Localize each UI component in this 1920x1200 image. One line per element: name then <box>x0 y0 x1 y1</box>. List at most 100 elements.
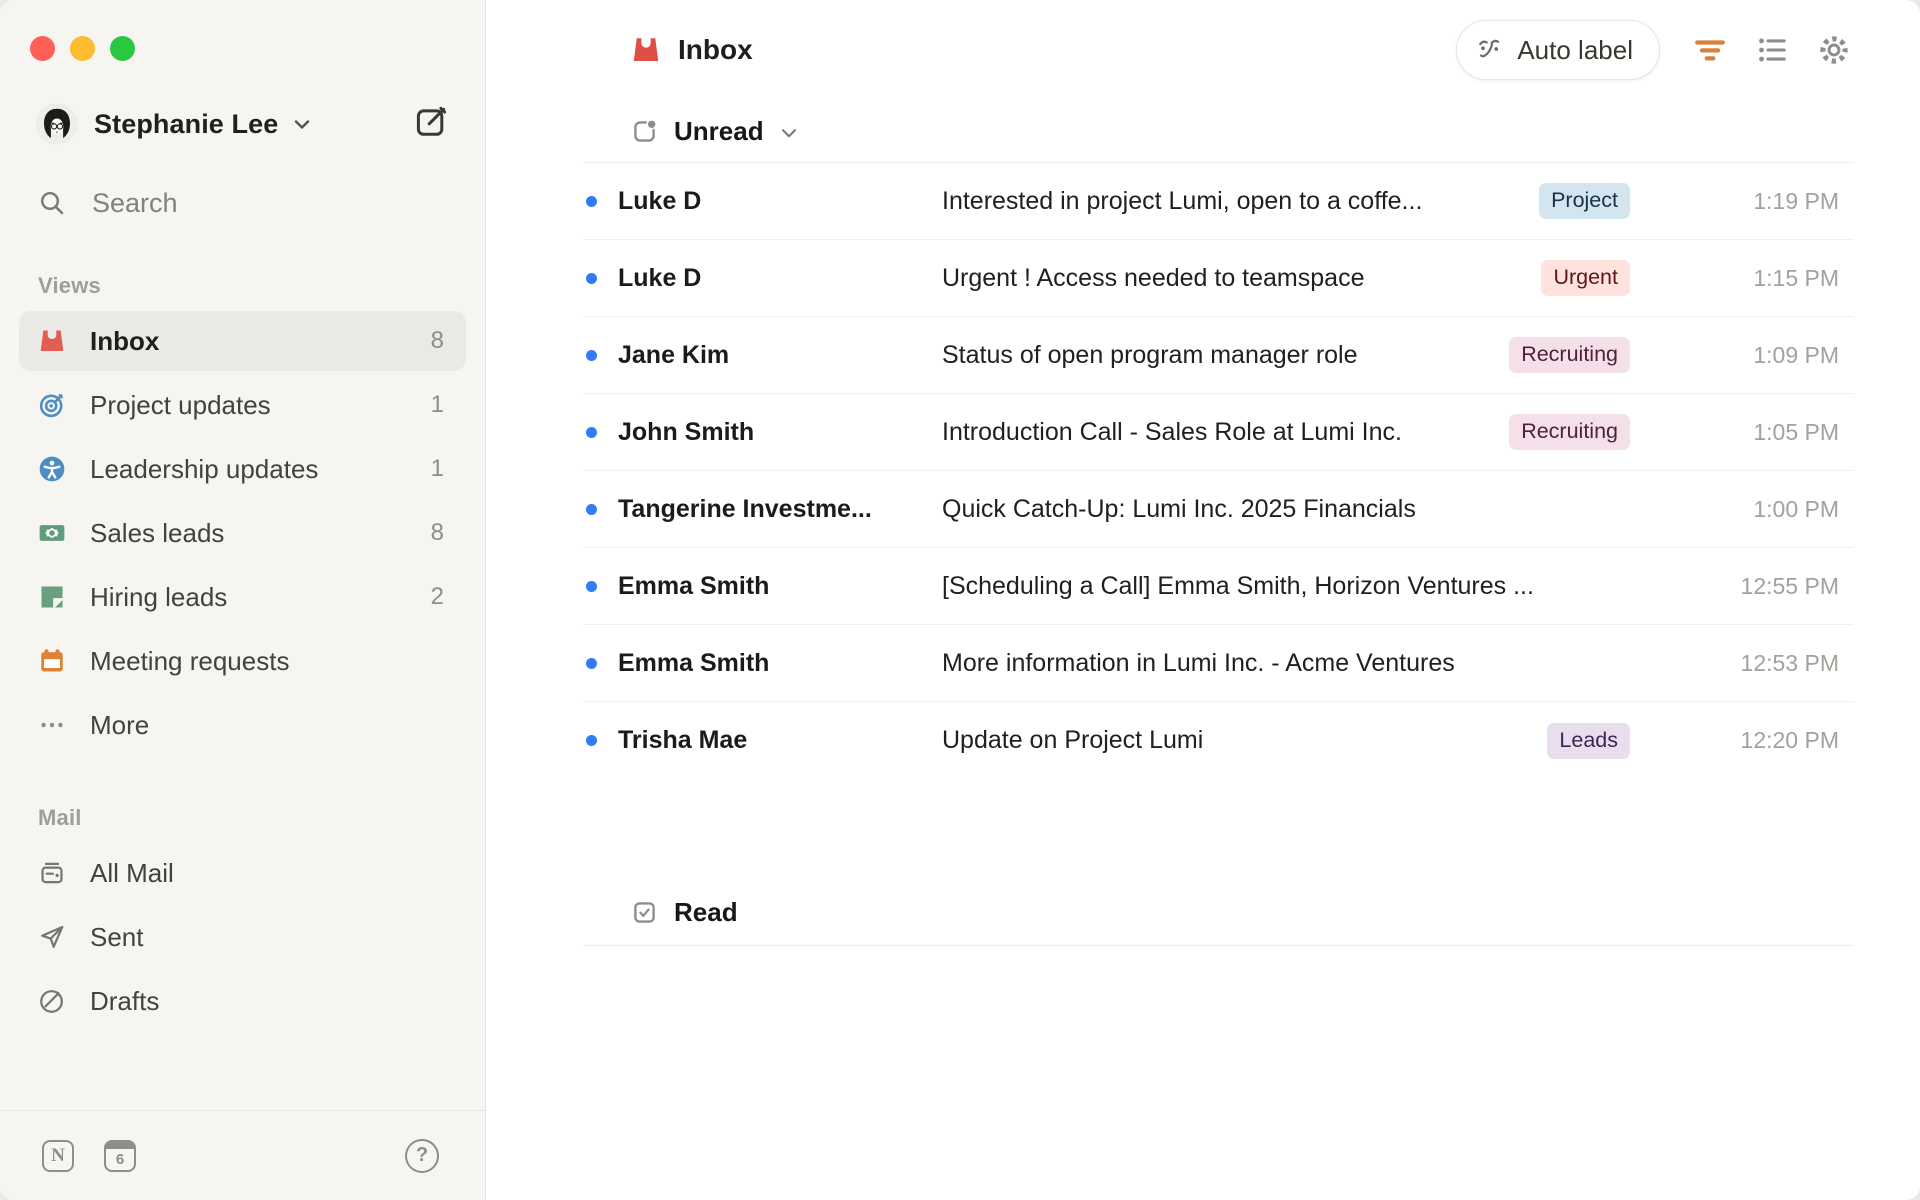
compose-icon <box>416 106 447 136</box>
calendar-icon <box>37 646 67 676</box>
email-sender: John Smith <box>618 417 755 446</box>
email-time: 12:55 PM <box>1740 572 1839 599</box>
filter-icon <box>1695 40 1725 61</box>
email-row[interactable]: Jane Kim Status of open program manager … <box>583 317 1854 394</box>
unread-label: Unread <box>674 115 764 146</box>
mail-section-label: Mail <box>38 805 82 830</box>
sidebar-item-drafts[interactable]: Drafts <box>19 971 466 1031</box>
sidebar-footer: N 6 ? <box>0 1110 485 1200</box>
notion-icon[interactable]: N <box>42 1139 74 1172</box>
main-header: Inbox Auto label <box>583 0 1854 100</box>
inbox-icon <box>633 38 659 61</box>
sidebar-item-label: Inbox <box>90 325 160 356</box>
email-row[interactable]: Trisha Mae Update on Project Lumi Leads … <box>583 702 1854 779</box>
sidebar-item-count: 1 <box>430 391 444 418</box>
calendar-day-icon[interactable]: 6 <box>104 1139 136 1172</box>
all-mail-icon <box>37 858 67 888</box>
close-window-button[interactable] <box>30 36 55 61</box>
help-button[interactable]: ? <box>405 1138 439 1173</box>
auto-label-button[interactable]: Auto label <box>1456 20 1660 80</box>
main-panel: Inbox Auto label Unread Luke D Intereste… <box>487 0 1920 1200</box>
email-row[interactable]: Luke D Urgent ! Access needed to teamspa… <box>583 240 1854 317</box>
unread-section-header[interactable]: Unread <box>583 100 1854 163</box>
email-sender: Jane Kim <box>618 340 730 369</box>
sidebar-item-label: Meeting requests <box>90 645 290 676</box>
email-subject: More information in Lumi Inc. - Acme Ven… <box>942 648 1455 677</box>
filter-button[interactable] <box>1690 30 1730 70</box>
drafts-icon <box>37 986 67 1016</box>
email-tag: Recruiting <box>1509 414 1630 450</box>
settings-button[interactable] <box>1814 30 1854 70</box>
sidebar-item-sent[interactable]: Sent <box>19 907 466 967</box>
read-section-header[interactable]: Read <box>583 889 1854 946</box>
search-icon <box>40 191 64 215</box>
email-row[interactable]: Emma Smith More information in Lumi Inc.… <box>583 625 1854 702</box>
sidebar-item-hiring-leads[interactable]: Hiring leads 2 <box>19 567 466 627</box>
mail-nav: All Mail Sent Drafts <box>0 843 485 1031</box>
send-icon <box>37 922 67 952</box>
unread-dot <box>586 272 597 284</box>
views-section-label: Views <box>38 273 101 298</box>
search-label: Search <box>92 187 178 218</box>
sidebar-item-count: 1 <box>430 455 444 482</box>
email-tag: Urgent <box>1541 260 1630 296</box>
email-subject: Interested in project Lumi, open to a co… <box>942 186 1423 215</box>
read-checkbox-icon <box>634 901 655 923</box>
email-sender: Luke D <box>618 263 702 292</box>
sidebar: Stephanie Lee Search Views Inbox 8 Proje… <box>0 0 486 1200</box>
email-time: 1:15 PM <box>1753 264 1839 291</box>
email-time: 1:09 PM <box>1753 341 1839 368</box>
note-icon <box>37 582 67 612</box>
list-icon <box>1759 38 1786 62</box>
sidebar-item-inbox[interactable]: Inbox 8 <box>19 311 466 371</box>
person-icon <box>37 454 67 484</box>
account-switcher[interactable]: Stephanie Lee <box>36 103 449 145</box>
list-view-button[interactable] <box>1752 30 1792 70</box>
sidebar-item-project-updates[interactable]: Project updates 1 <box>19 375 466 435</box>
email-time: 12:53 PM <box>1740 649 1839 676</box>
sidebar-item-more[interactable]: More <box>19 695 466 755</box>
email-tag: Project <box>1539 183 1630 219</box>
sidebar-item-leadership-updates[interactable]: Leadership updates 1 <box>19 439 466 499</box>
zoom-window-button[interactable] <box>110 36 135 61</box>
search[interactable]: Search <box>38 187 449 219</box>
unread-dot <box>586 503 597 515</box>
banknote-icon <box>37 518 67 548</box>
unread-dot <box>586 580 597 592</box>
email-time: 1:00 PM <box>1753 495 1839 522</box>
page-title: Inbox <box>678 34 753 65</box>
compose-button[interactable] <box>413 104 449 145</box>
email-subject: Urgent ! Access needed to teamspace <box>942 263 1365 292</box>
ellipsis-icon <box>37 710 67 740</box>
sidebar-item-label: Sent <box>90 921 144 952</box>
sidebar-item-label: All Mail <box>90 857 174 888</box>
sidebar-item-all-mail[interactable]: All Mail <box>19 843 466 903</box>
email-row[interactable]: Emma Smith [Scheduling a Call] Emma Smit… <box>583 548 1854 625</box>
email-subject: Update on Project Lumi <box>942 726 1204 754</box>
unread-dot <box>586 735 597 746</box>
chevron-down-icon <box>290 112 314 141</box>
sidebar-item-sales-leads[interactable]: Sales leads 8 <box>19 503 466 563</box>
mail-app-window: Stephanie Lee Search Views Inbox 8 Proje… <box>0 0 1920 1200</box>
sidebar-item-label: Sales leads <box>90 517 225 548</box>
sidebar-item-label: Project updates <box>90 389 271 420</box>
unread-email-list: Luke D Interested in project Lumi, open … <box>583 163 1854 779</box>
minimize-window-button[interactable] <box>70 36 95 61</box>
email-row[interactable]: Tangerine Investme... Quick Catch-Up: Lu… <box>583 471 1854 548</box>
email-time: 1:19 PM <box>1753 187 1839 214</box>
header-actions: Auto label <box>1456 20 1854 80</box>
user-name: Stephanie Lee <box>94 108 279 139</box>
email-row[interactable]: John Smith Introduction Call - Sales Rol… <box>583 394 1854 471</box>
sidebar-item-label: Drafts <box>90 985 160 1016</box>
sidebar-item-meeting-requests[interactable]: Meeting requests <box>19 631 466 691</box>
email-row[interactable]: Luke D Interested in project Lumi, open … <box>583 163 1854 240</box>
unread-dot <box>586 195 597 207</box>
email-sender: Emma Smith <box>618 571 770 600</box>
email-sender: Trisha Mae <box>618 726 748 754</box>
sidebar-item-label: Leadership updates <box>90 453 319 484</box>
email-sender: Luke D <box>618 186 702 215</box>
email-subject: Status of open program manager role <box>942 340 1358 369</box>
email-subject: Introduction Call - Sales Role at Lumi I… <box>942 417 1402 446</box>
unread-dot <box>586 349 597 361</box>
email-subject: Quick Catch-Up: Lumi Inc. 2025 Financial… <box>942 494 1416 523</box>
